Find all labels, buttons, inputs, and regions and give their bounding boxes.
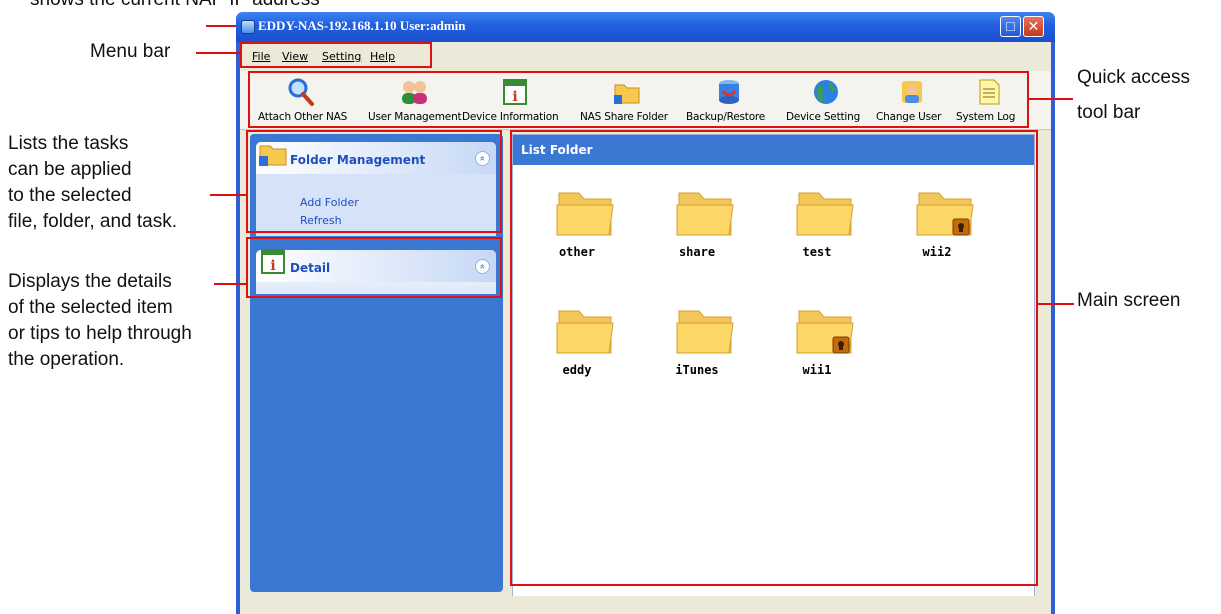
title-bar[interactable]: EDDY-NAS-192.168.1.10 User:admin □ ✕ — [236, 12, 1055, 42]
annotation-tasks-2: can be applied — [8, 159, 132, 180]
annotation-main-screen: Main screen — [1077, 290, 1181, 311]
maximize-button[interactable]: □ — [1000, 16, 1021, 37]
annotation-box-details — [246, 237, 502, 298]
annotation-box-menu — [240, 42, 432, 68]
annotation-details-2: of the selected item — [8, 297, 173, 318]
annotation-box-main — [510, 130, 1038, 586]
annotation-tasks-1: Lists the tasks — [8, 133, 129, 154]
annotation-details-1: Displays the details — [8, 271, 172, 292]
close-button[interactable]: ✕ — [1023, 16, 1044, 37]
annotation-line-details — [214, 283, 246, 285]
annotation-menu-bar: Menu bar — [90, 41, 171, 62]
annotation-quick-access-1: Quick access — [1077, 67, 1190, 88]
annotation-tasks-3: to the selected — [8, 185, 132, 206]
annotation-box-tasks — [246, 130, 502, 233]
window-title: EDDY-NAS-192.168.1.10 User:admin — [258, 18, 466, 33]
status-bar — [240, 596, 1051, 614]
close-icon: ✕ — [1027, 18, 1040, 34]
annotation-box-toolbar — [248, 71, 1029, 128]
annotation-line-title — [206, 25, 236, 27]
annotation-line-menu — [196, 52, 240, 54]
annotation-nap-ip: shows the current NAP IP address — [30, 0, 320, 12]
annotation-quick-access-2: tool bar — [1077, 102, 1141, 123]
maximize-icon: □ — [1006, 18, 1015, 34]
annotation-line-toolbar — [1029, 98, 1073, 100]
annotation-tasks-4: file, folder, and task. — [8, 211, 177, 232]
annotation-line-main — [1038, 303, 1074, 305]
annotation-details-3: or tips to help through — [8, 323, 192, 344]
annotation-line-tasks — [210, 194, 246, 196]
annotation-details-4: the operation. — [8, 349, 125, 370]
nas-icon — [241, 20, 255, 34]
